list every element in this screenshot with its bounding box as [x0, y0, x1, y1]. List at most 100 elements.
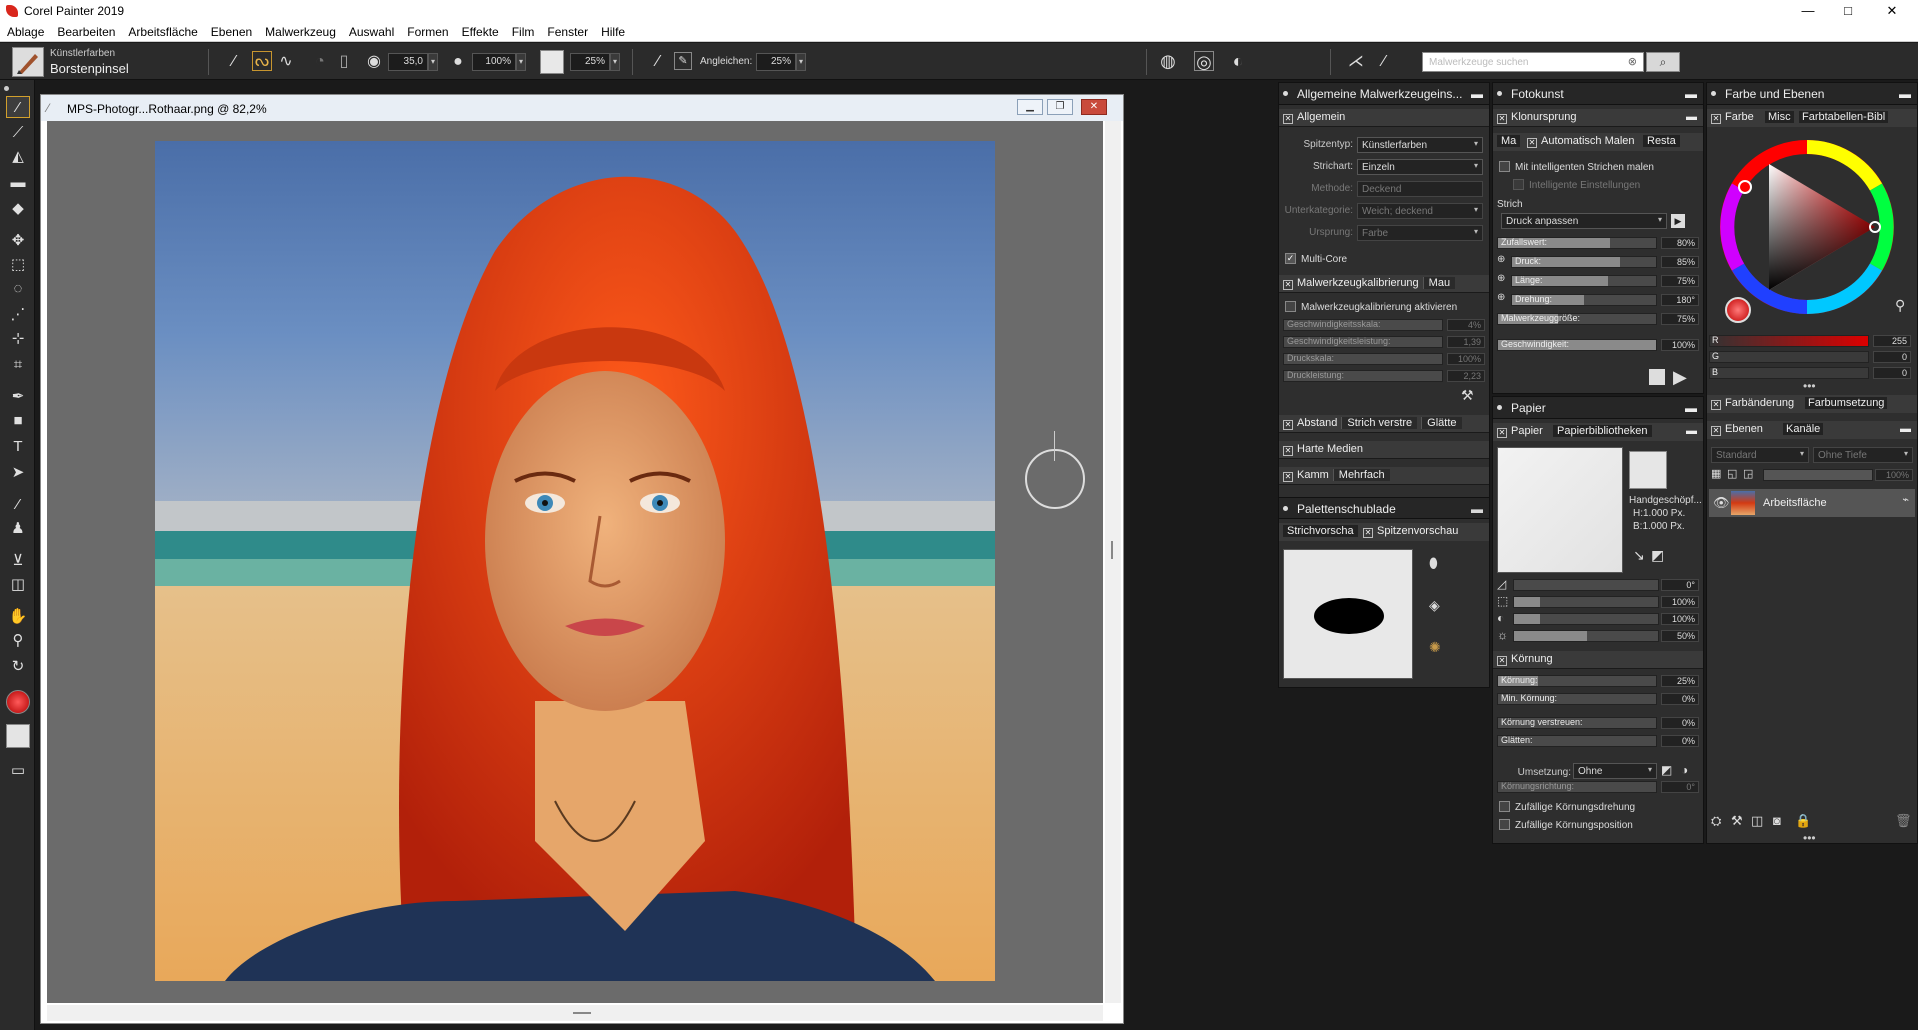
- rotate-page-icon[interactable]: ↻: [6, 656, 30, 678]
- strichart-select[interactable]: Einzeln ▾: [1357, 159, 1483, 175]
- drawer-menu-icon[interactable]: ▬: [1471, 502, 1483, 516]
- brush-size-slider[interactable]: Malwerkzeuggröße:: [1497, 313, 1657, 325]
- unterkategorie-select[interactable]: Weich; deckend ▾: [1357, 203, 1483, 219]
- hard-media-section[interactable]: ✕ Harte Medien: [1279, 441, 1489, 459]
- menu-hilfe[interactable]: Hilfe: [594, 22, 631, 39]
- random-rotation-checkbox[interactable]: [1499, 801, 1510, 812]
- calibration-section[interactable]: ✕ Malwerkzeugkalibrierung Mau: [1279, 275, 1489, 293]
- shape-select-icon[interactable]: ➤: [6, 462, 30, 484]
- more-options-icon[interactable]: •••: [1803, 379, 1816, 393]
- grain-direction-value[interactable]: 0°: [1661, 781, 1699, 793]
- pressure-power-slider[interactable]: Druckleistung:: [1283, 370, 1443, 382]
- brush-tracking-icon[interactable]: ◍: [1158, 51, 1178, 71]
- color-wheel[interactable]: [1719, 139, 1895, 315]
- new-layer-icon[interactable]: ◫: [1751, 813, 1763, 829]
- grain-field[interactable]: 25%: [570, 53, 610, 71]
- preview-mode-2-icon[interactable]: ◈: [1429, 597, 1440, 614]
- smart-settings-checkbox[interactable]: [1513, 179, 1524, 190]
- depth-select[interactable]: Ohne Tiefe ▾: [1813, 447, 1913, 463]
- grain-scatter-slider[interactable]: Körnung verstreuen:: [1497, 717, 1657, 729]
- menu-ablage[interactable]: Ablage: [0, 22, 50, 39]
- stroke-play-icon[interactable]: ▶: [1671, 214, 1685, 228]
- magic-wand-icon[interactable]: ⋰: [6, 304, 30, 326]
- blue-value[interactable]: 0: [1873, 367, 1911, 379]
- speed-scale-slider[interactable]: Geschwindigkeitsskala:: [1283, 319, 1443, 331]
- brush-size-value[interactable]: 75%: [1661, 313, 1699, 325]
- clone-source-section[interactable]: ✕ Klonursprung ▬: [1493, 109, 1703, 127]
- restore-tab[interactable]: Resta: [1643, 135, 1680, 147]
- random-position-checkbox[interactable]: [1499, 819, 1510, 830]
- paper-thumbnail[interactable]: [1629, 451, 1667, 489]
- lasso-tool-icon[interactable]: ◌: [6, 278, 30, 300]
- menu-arbeitsflaeche[interactable]: Arbeitsfläche: [121, 22, 203, 39]
- channels-tab[interactable]: Kanäle: [1783, 423, 1824, 435]
- layers-tab[interactable]: ✕ Ebenen: [1711, 423, 1763, 436]
- tip-preview-tab[interactable]: ✕ Spitzenvorschau: [1363, 525, 1458, 538]
- paper-swatch-icon[interactable]: [540, 50, 564, 74]
- magnifier-tool-icon[interactable]: ⚲: [6, 630, 30, 652]
- paper-import-icon[interactable]: ↘: [1633, 547, 1645, 564]
- speed-value[interactable]: 100%: [1661, 339, 1699, 351]
- layer-link-icon[interactable]: ⌁: [1902, 493, 1909, 506]
- color-sets-tab[interactable]: Farbtabellen-Bibl: [1799, 111, 1889, 123]
- pressure-link-icon[interactable]: ⊕: [1497, 254, 1505, 265]
- menu-formen[interactable]: Formen: [400, 22, 454, 39]
- constrain-icon[interactable]: ▯: [334, 52, 354, 72]
- opacity-field[interactable]: 100%: [472, 53, 516, 71]
- cloner-tool-icon[interactable]: ⁄: [6, 494, 30, 516]
- paper-panel-header[interactable]: Papier ▬: [1493, 397, 1703, 419]
- match-field[interactable]: 25%: [756, 53, 796, 71]
- length-link-icon[interactable]: ⊕: [1497, 273, 1505, 284]
- calibrate-icon[interactable]: ⚒: [1461, 387, 1474, 404]
- size-dropdown[interactable]: ▾: [428, 53, 438, 71]
- spacing-section[interactable]: ✕ Abstand Strich verstre Glätte: [1279, 415, 1489, 433]
- multi-tab[interactable]: Mehrfach: [1332, 469, 1390, 481]
- misc-tab[interactable]: Misc: [1765, 111, 1794, 123]
- brush-variant[interactable]: Borstenpinsel: [50, 61, 129, 76]
- preserve-transparency-icon[interactable]: ▦: [1711, 467, 1721, 480]
- stop-button[interactable]: [1649, 369, 1665, 385]
- pen-tool-icon[interactable]: ✒: [6, 386, 30, 408]
- doc-restore-button[interactable]: ❐: [1047, 99, 1073, 115]
- screen-mode-icon[interactable]: ▭: [6, 760, 30, 782]
- speed-power-slider[interactable]: Geschwindigkeitsleistung:: [1283, 336, 1443, 348]
- clear-icon[interactable]: ⊗: [1628, 55, 1637, 68]
- panel-menu-icon[interactable]: ▬: [1471, 87, 1483, 101]
- eraser-tool-icon[interactable]: ◆: [6, 198, 30, 220]
- paper-invert-icon[interactable]: ◩: [1651, 547, 1664, 564]
- grain-section[interactable]: ✕ Körnung: [1493, 651, 1703, 669]
- dropper-tool-icon[interactable]: ⟋: [6, 122, 30, 144]
- randomness-slider[interactable]: Zufallswert:: [1497, 237, 1657, 249]
- paper-angle-slider[interactable]: [1513, 579, 1659, 591]
- conversion-edit-icon[interactable]: ◩: [1661, 763, 1672, 777]
- pressure-scale-value[interactable]: 100%: [1447, 353, 1485, 365]
- brush-library-icon[interactable]: ⋌: [1346, 52, 1366, 72]
- lock-layer-icon[interactable]: ◲: [1743, 467, 1753, 480]
- horizontal-scrollbar[interactable]: [47, 1005, 1103, 1021]
- auto-paint-tab[interactable]: ✕ Automatisch Malen: [1527, 135, 1635, 148]
- calibration-tab-2[interactable]: Mau: [1422, 277, 1456, 289]
- paper-contrast-value[interactable]: 100%: [1661, 613, 1699, 625]
- grain-scatter-value[interactable]: 0%: [1661, 717, 1699, 729]
- paper-scale-slider[interactable]: [1513, 596, 1659, 608]
- match-brush-icon[interactable]: ✎: [674, 52, 692, 70]
- speed-slider[interactable]: Geschwindigkeit:: [1497, 339, 1657, 351]
- min-grain-value[interactable]: 0%: [1661, 693, 1699, 705]
- stroke-preview-tab[interactable]: Strichvorscha: [1283, 525, 1358, 537]
- paper-contrast-slider[interactable]: [1513, 613, 1659, 625]
- ursprung-select[interactable]: Farbe ▾: [1357, 225, 1483, 241]
- layer-row[interactable]: 👁 Arbeitsfläche ⌁: [1709, 489, 1915, 517]
- artwork-image[interactable]: [155, 141, 995, 981]
- grabber-tool-icon[interactable]: ✋: [6, 606, 30, 628]
- color-variability-tab[interactable]: ✕ Farbänderung: [1711, 397, 1794, 410]
- gradient-tool-icon[interactable]: ▬: [6, 172, 30, 194]
- brush-selector-icon[interactable]: ⁄: [1374, 52, 1394, 72]
- preview-mode-1-icon[interactable]: ⬮: [1429, 555, 1438, 572]
- doc-minimize-button[interactable]: ▁: [1017, 99, 1043, 115]
- menu-ebenen[interactable]: Ebenen: [204, 22, 258, 39]
- paper-selector-icon[interactable]: [6, 724, 30, 748]
- paper-libraries-tab[interactable]: Papierbibliotheken: [1553, 425, 1652, 437]
- minimize-button[interactable]: —: [1788, 2, 1828, 20]
- menu-effekte[interactable]: Effekte: [455, 22, 505, 39]
- length-slider[interactable]: Länge:: [1511, 275, 1657, 287]
